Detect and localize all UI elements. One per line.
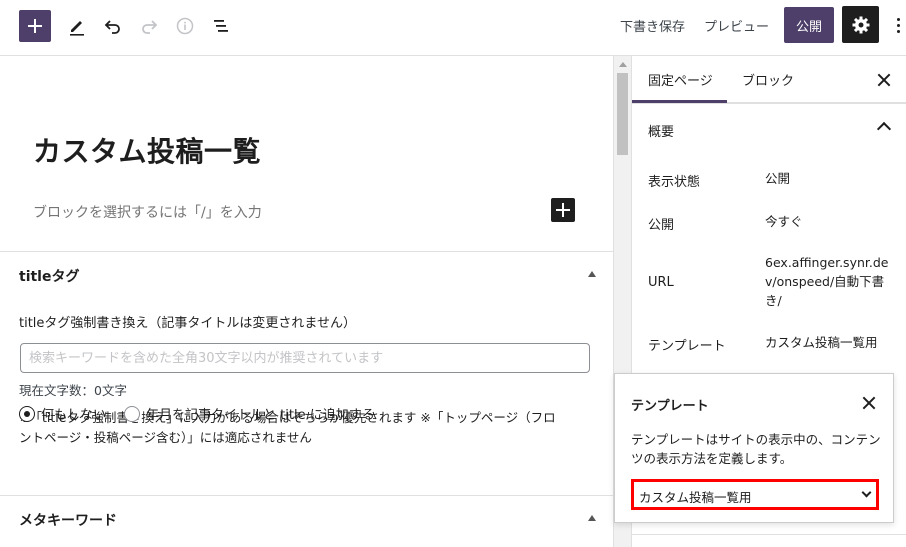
page-title[interactable]: カスタム投稿一覧 (33, 130, 261, 170)
char-count: 現在文字数：0文字 (19, 383, 127, 398)
editor-header: 下書き保存 プレビュー 公開 (0, 0, 906, 56)
preview-button[interactable]: プレビュー (704, 16, 769, 35)
radio-add-year-month-label[interactable]: 年月を記事タイトルと title に追加する (146, 404, 375, 423)
title-tag-metabox: titleタグ titleタグ強制書き換え（記事タイトルは変更されません） 現在… (0, 251, 613, 495)
template-value[interactable]: カスタム投稿一覧用 (765, 333, 878, 352)
block-placeholder[interactable]: ブロックを選択するには「/」を入力 (33, 202, 262, 222)
url-label: URL (648, 275, 674, 290)
chevron-up-icon[interactable] (876, 121, 892, 137)
template-label: テンプレート (648, 339, 726, 354)
redo-icon[interactable] (135, 12, 163, 40)
radio-add-year-month[interactable] (124, 405, 141, 422)
more-options-button[interactable] (892, 13, 904, 37)
meta-keyword-metabox: メタキーワード (0, 495, 613, 547)
radio-do-nothing-label[interactable]: 何もしない (41, 404, 106, 423)
close-sidebar-icon[interactable] (877, 73, 891, 87)
collapse-toggle-icon[interactable] (588, 271, 596, 277)
tab-block[interactable]: ブロック (742, 70, 794, 89)
save-draft-button[interactable]: 下書き保存 (620, 16, 685, 35)
scroll-thumb[interactable] (617, 73, 628, 155)
publish-label: 公開 (648, 218, 675, 233)
settings-button[interactable] (842, 6, 879, 43)
list-view-icon[interactable] (207, 12, 235, 40)
pencil-icon[interactable] (63, 12, 91, 40)
close-popover-icon[interactable] (862, 396, 876, 410)
title-note-line2: ントページ・投稿ページ含む）」には適応されません (19, 430, 312, 445)
visibility-label: 表示状態 (648, 175, 701, 190)
divider (632, 103, 906, 104)
chevron-down-icon[interactable] (861, 487, 872, 498)
title-override-input[interactable] (20, 343, 590, 373)
template-select-value[interactable]: カスタム投稿一覧用 (639, 487, 752, 506)
publish-button[interactable]: 公開 (784, 7, 834, 43)
popover-title: テンプレート (631, 399, 709, 414)
collapse-toggle-icon[interactable] (588, 515, 596, 521)
divider (632, 534, 906, 535)
publish-value[interactable]: 今すぐ (765, 212, 803, 231)
editor-canvas: カスタム投稿一覧 ブロックを選択するには「/」を入力 titleタグ title… (0, 56, 613, 547)
block-inserter-button[interactable] (19, 10, 51, 42)
meta-keyword-heading: メタキーワード (19, 513, 117, 529)
summary-panel-title[interactable]: 概要 (648, 121, 674, 140)
gear-icon (852, 16, 869, 33)
visibility-value[interactable]: 公開 (765, 169, 790, 188)
tab-page[interactable]: 固定ページ (648, 70, 713, 89)
year-month-radio-group: 何もしない 年月を記事タイトルと title に追加する (19, 404, 375, 423)
template-popover: テンプレート テンプレートはサイトの表示中の、コンテンツの表示方法を定義します。… (614, 373, 894, 523)
inline-add-block-button[interactable] (551, 198, 575, 222)
popover-description: テンプレートはサイトの表示中の、コンテンツの表示方法を定義します。 (631, 432, 881, 466)
sidebar-tabs: 固定ページ ブロック (632, 56, 906, 103)
radio-do-nothing[interactable] (19, 405, 35, 422)
title-override-label: titleタグ強制書き換え（記事タイトルは変更されません） (19, 316, 357, 331)
info-icon[interactable] (171, 12, 199, 40)
url-value[interactable]: 6ex.affinger.synr.dev/onspeed/自動下書き/ (765, 253, 890, 310)
undo-icon[interactable] (99, 12, 127, 40)
title-tag-heading: titleタグ (19, 269, 80, 285)
scroll-up-arrow-icon[interactable] (619, 62, 627, 67)
template-select[interactable]: カスタム投稿一覧用 (631, 479, 879, 510)
